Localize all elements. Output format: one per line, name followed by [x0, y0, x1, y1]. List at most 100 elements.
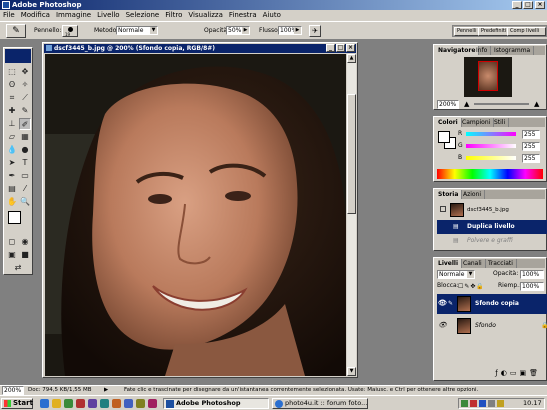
image-canvas[interactable]	[45, 54, 346, 376]
channel-r-slider[interactable]	[466, 132, 516, 136]
minimize-button[interactable]: _	[512, 1, 522, 9]
quick-mask-icon[interactable]: ◉	[19, 236, 31, 248]
tab-stili[interactable]: Stili	[491, 118, 510, 127]
menu-visualizza[interactable]: Visualizza	[185, 10, 225, 21]
tray-icon[interactable]	[479, 400, 486, 407]
close-button[interactable]: ×	[535, 1, 545, 9]
marquee-tool-icon[interactable]: ⬚	[6, 66, 18, 78]
screen-mode-icon[interactable]: ▣	[6, 249, 18, 261]
zoom-out-icon[interactable]: ▲	[464, 100, 469, 108]
standard-mode-icon[interactable]: ◻	[6, 236, 18, 248]
menu-selezione[interactable]: Selezione	[123, 10, 163, 21]
eye-icon[interactable]: 👁	[438, 300, 447, 307]
navigator-view-box[interactable]	[478, 61, 498, 91]
zoom-tool-icon[interactable]: 🔍	[19, 196, 31, 208]
tab-canali[interactable]: Canali	[460, 259, 486, 268]
panel-well-tab-comp-livelli[interactable]: Comp livelli	[507, 27, 546, 36]
zoom-slider[interactable]	[474, 103, 529, 105]
airbrush-button[interactable]: ✈	[309, 25, 321, 37]
path-selection-icon[interactable]: ➤	[6, 157, 18, 169]
layer-opacity-field[interactable]: 100%	[520, 270, 544, 279]
new-layer-icon[interactable]: ▣	[519, 369, 529, 377]
lasso-tool-icon[interactable]: ʘ	[6, 79, 18, 91]
jump-to-imageready-icon[interactable]: ⇄	[12, 262, 24, 274]
dodge-tool-icon[interactable]: ●	[19, 144, 31, 156]
menu-immagine[interactable]: Immagine	[53, 10, 94, 21]
add-mask-icon[interactable]: ◐	[501, 369, 510, 377]
shape-tool-icon[interactable]: ▭	[19, 170, 31, 182]
healing-brush-icon[interactable]: ✚	[6, 105, 18, 117]
color-foreground-swatch[interactable]	[438, 131, 450, 143]
magic-wand-tool-icon[interactable]: ✧	[19, 79, 31, 91]
menu-file[interactable]: File	[0, 10, 18, 21]
app-icon[interactable]	[112, 399, 121, 408]
doc-minimize-button[interactable]: _	[326, 44, 335, 52]
fill-field[interactable]: 100%	[520, 282, 544, 291]
layer-row-sfondo[interactable]: 👁 Sfondo 🔒	[437, 316, 547, 336]
tab-istogramma[interactable]: Istogramma	[491, 46, 535, 55]
color-ramp[interactable]	[437, 169, 543, 179]
maximize-button[interactable]: □	[523, 1, 533, 9]
pen-tool-icon[interactable]: ✒	[6, 170, 18, 182]
scroll-down-icon[interactable]: ▼	[347, 367, 356, 376]
eyedropper-tool-icon[interactable]: ⁄	[19, 183, 31, 195]
move-tool-icon[interactable]: ✥	[19, 66, 31, 78]
tray-icon[interactable]	[497, 400, 504, 407]
slice-tool-icon[interactable]: ⟋	[19, 92, 31, 104]
layers-footer-buttons[interactable]: ƒ◐▭▣🗑	[437, 368, 543, 378]
app-icon[interactable]	[136, 399, 145, 408]
vertical-scrollbar[interactable]: ▲ ▼	[347, 54, 356, 376]
speaker-icon[interactable]	[488, 400, 495, 407]
ie-icon[interactable]	[40, 399, 49, 408]
doc-maximize-button[interactable]: □	[336, 44, 345, 52]
navigator-zoom-field[interactable]: 200%	[437, 100, 459, 109]
hand-tool-icon[interactable]: ✋	[6, 196, 18, 208]
eraser-tool-icon[interactable]: ▱	[6, 131, 18, 143]
status-arrow-icon[interactable]: ▶	[104, 386, 108, 395]
type-tool-icon[interactable]: T	[19, 157, 31, 169]
channel-b-field[interactable]: 255	[522, 154, 540, 163]
scroll-thumb[interactable]	[347, 94, 356, 214]
menu-filtro[interactable]: Filtro	[162, 10, 185, 21]
navigator-preview[interactable]	[464, 57, 512, 97]
mode-select[interactable]: Normale ▼	[116, 26, 158, 35]
doc-close-button[interactable]: ×	[346, 44, 355, 52]
clock[interactable]: 10.17	[523, 399, 542, 408]
menu-livello[interactable]: Livello	[94, 10, 122, 21]
flow-field[interactable]: 100% ▶	[278, 26, 302, 35]
history-item-polvere-graffi[interactable]: ▤ Polvere e graffi	[437, 234, 547, 248]
zoom-in-icon[interactable]: ▲	[534, 100, 539, 108]
app-icon[interactable]	[124, 399, 133, 408]
task-forum-foto[interactable]: photo4u.it :: forum foto...	[272, 398, 368, 409]
menu-aiuto[interactable]: Aiuto	[260, 10, 284, 21]
tab-storia[interactable]: Storia	[435, 190, 463, 199]
channel-r-field[interactable]: 255	[522, 130, 540, 139]
tab-tracciati[interactable]: Tracciati	[485, 259, 517, 268]
history-item-duplica-livello[interactable]: ▤ Duplica livello	[437, 220, 547, 234]
clone-stamp-icon[interactable]: ⊥	[6, 118, 18, 130]
panel-well-tab-pennelli[interactable]: Pennelli	[454, 27, 480, 36]
layer-blend-select[interactable]: Normale ▼	[437, 270, 475, 279]
tab-livelli[interactable]: Livelli	[435, 259, 463, 268]
blur-tool-icon[interactable]: 💧	[6, 144, 18, 156]
tab-campioni[interactable]: Campioni	[459, 118, 495, 127]
eye-icon[interactable]: 👁	[438, 322, 447, 329]
tray-icon[interactable]	[461, 400, 468, 407]
status-zoom-field[interactable]: 200%	[2, 386, 24, 395]
channel-b-slider[interactable]	[466, 156, 516, 160]
opacity-field[interactable]: 50% ▶	[226, 26, 250, 35]
brush-tool-icon[interactable]: ✎	[19, 105, 31, 117]
foreground-color-swatch[interactable]	[8, 211, 21, 224]
trash-icon[interactable]: 🗑	[529, 369, 541, 377]
channel-g-slider[interactable]	[466, 144, 516, 148]
app-icon[interactable]	[88, 399, 97, 408]
app-icon[interactable]	[100, 399, 109, 408]
app-icon[interactable]	[148, 399, 157, 408]
channel-g-field[interactable]: 255	[522, 142, 540, 151]
status-doc-size[interactable]: Doc: 794,5 KB/1,55 MB	[28, 386, 91, 395]
tray-icon[interactable]	[470, 400, 477, 407]
crop-tool-icon[interactable]: ⌗	[6, 92, 18, 104]
task-adobe-photoshop[interactable]: Adobe Photoshop	[163, 398, 269, 409]
tab-info[interactable]: Info	[473, 46, 492, 55]
media-icon[interactable]	[64, 399, 73, 408]
